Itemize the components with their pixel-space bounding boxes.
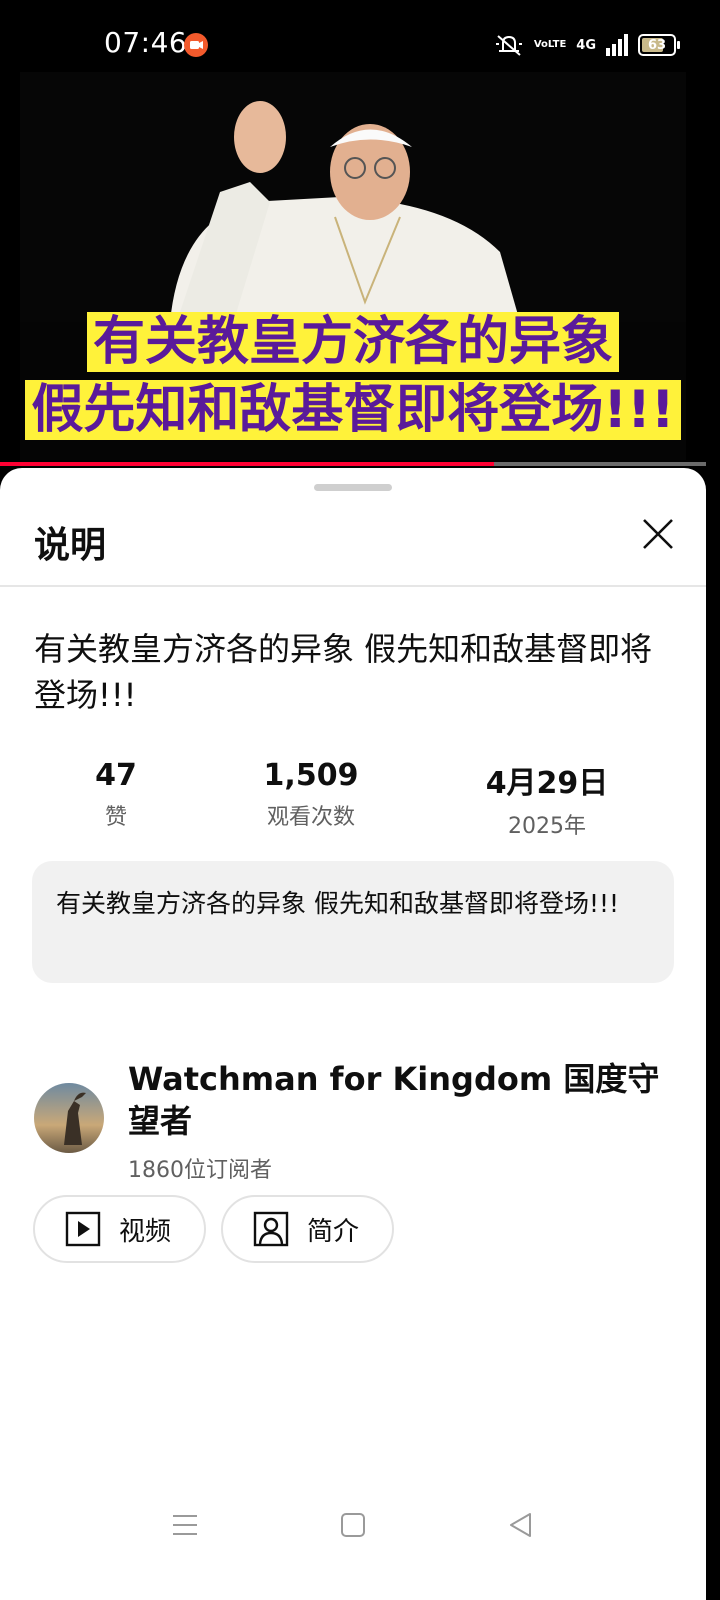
- video-caption-line1: 有关教皇方济各的异象: [20, 312, 686, 372]
- menu-icon[interactable]: [170, 1510, 200, 1540]
- video-progress-fill: [0, 462, 495, 466]
- network-type: 4G: [576, 37, 596, 53]
- likes-label: 赞: [104, 805, 127, 830]
- volte-icon: VoLTE: [533, 39, 567, 50]
- views-stat: 1,509 观看次数: [211, 758, 411, 831]
- about-button[interactable]: 简介: [221, 1195, 394, 1263]
- likes-count: 47: [95, 758, 137, 793]
- description-sheet: 说明 有关教皇方济各的异象 假先知和敌基督即将登场!!! 47 赞 1,509 …: [0, 468, 706, 1600]
- publish-year: 2025年: [508, 814, 586, 839]
- sheet-title: 说明: [34, 525, 107, 566]
- signal-icon: [606, 34, 628, 56]
- channel-info: Watchman for Kingdom 国度守望者 1860位订阅者: [0, 1058, 706, 1188]
- play-video-icon: [65, 1211, 101, 1247]
- system-nav-bar: [0, 1490, 706, 1560]
- video-thumbnail-figure: [20, 72, 686, 322]
- views-count: 1,509: [263, 758, 359, 793]
- video-player[interactable]: 有关教皇方济各的异象 假先知和敌基督即将登场!!!: [20, 72, 686, 460]
- status-icons: VoLTE 4G 63: [494, 30, 680, 60]
- home-square-icon[interactable]: [338, 1510, 368, 1540]
- channel-name[interactable]: Watchman for Kingdom 国度守望者: [128, 1058, 668, 1142]
- views-label: 观看次数: [266, 805, 355, 830]
- video-caption-line2: 假先知和敌基督即将登场!!!: [20, 380, 686, 440]
- subscriber-count: 1860位订阅者: [128, 1158, 272, 1183]
- videos-button-label: 视频: [119, 1216, 172, 1247]
- date-stat: 4月29日 2025年: [447, 758, 647, 840]
- battery-level: 63: [647, 37, 667, 53]
- description-box[interactable]: 有关教皇方济各的异象 假先知和敌基督即将登场!!!: [32, 861, 674, 983]
- description-text: 有关教皇方济各的异象 假先知和敌基督即将登场!!!: [56, 889, 620, 918]
- status-time: 07:46: [104, 26, 188, 59]
- screen-record-icon: [184, 33, 208, 57]
- channel-avatar[interactable]: [34, 1083, 104, 1153]
- likes-stat: 47 赞: [16, 758, 216, 831]
- publish-date: 4月29日: [485, 766, 609, 801]
- status-bar: 07:46 VoLTE 4G 63: [0, 0, 720, 72]
- battery-icon: 63: [638, 34, 680, 56]
- mute-icon: [495, 35, 522, 56]
- about-button-label: 简介: [307, 1216, 360, 1247]
- video-progress-bar[interactable]: [0, 462, 706, 466]
- video-stats: 47 赞 1,509 观看次数 4月29日 2025年: [0, 758, 706, 840]
- sheet-drag-handle[interactable]: [314, 484, 392, 491]
- divider: [0, 585, 706, 587]
- videos-button[interactable]: 视频: [33, 1195, 206, 1263]
- video-title: 有关教皇方济各的异象 假先知和敌基督即将登场!!!: [34, 630, 653, 714]
- back-triangle-icon[interactable]: [506, 1510, 536, 1540]
- close-icon[interactable]: [640, 516, 676, 552]
- person-icon: [253, 1211, 289, 1247]
